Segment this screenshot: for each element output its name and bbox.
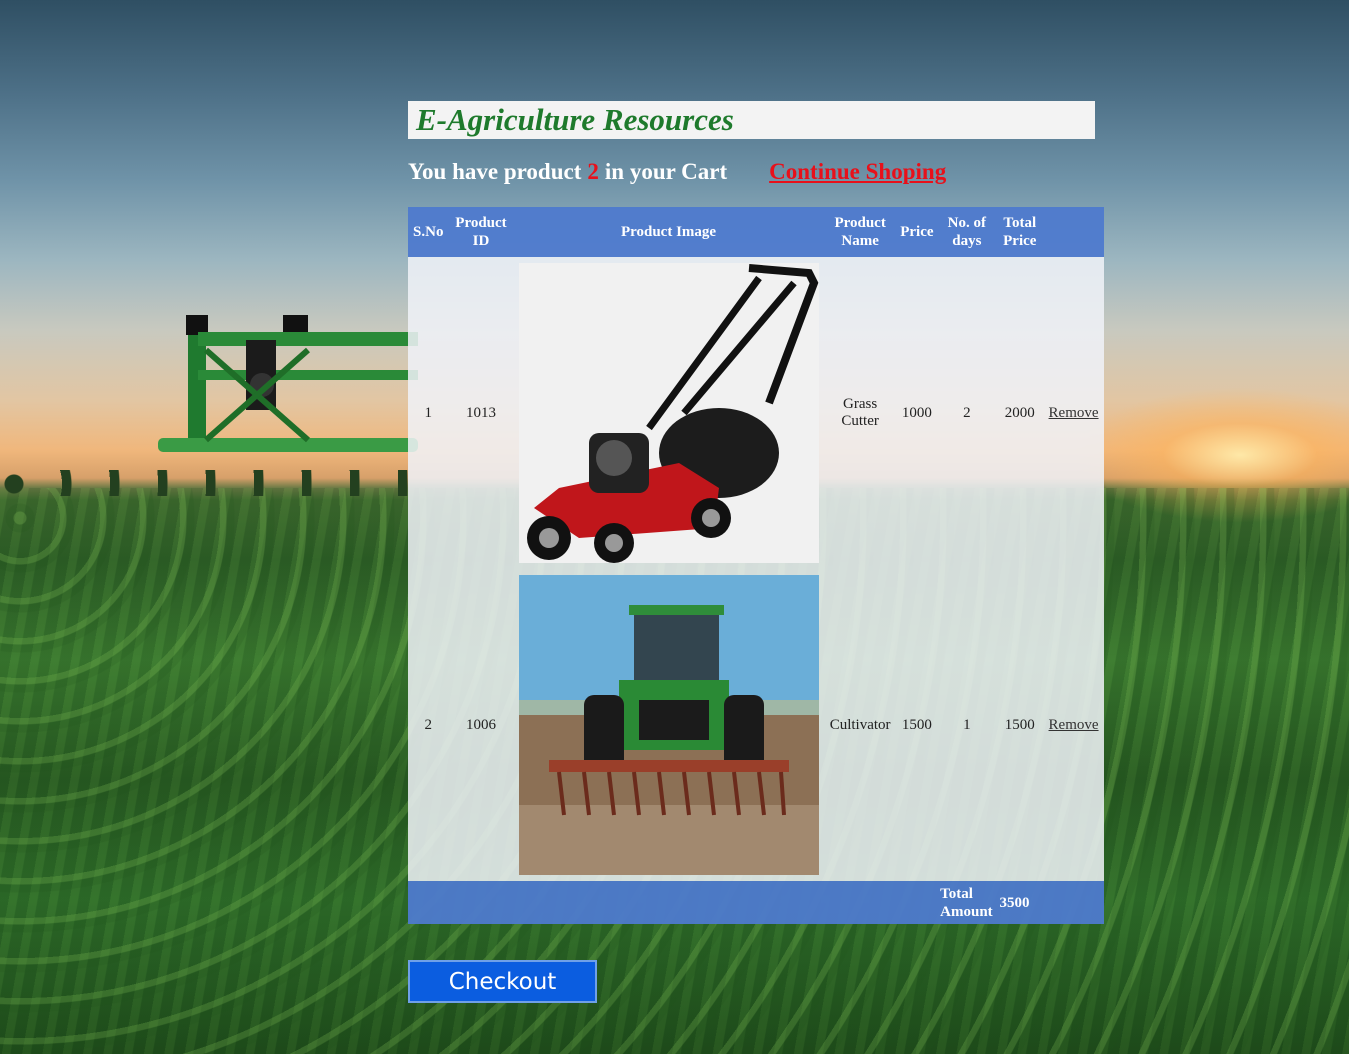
header-sno: S.No — [408, 207, 449, 257]
table-header-row: S.No Product ID Product Image Product Na… — [408, 207, 1104, 257]
cell-price: 1500 — [896, 569, 938, 881]
header-action — [1043, 207, 1104, 257]
footer-spacer-end — [1043, 881, 1104, 924]
header-product-id: Product ID — [448, 207, 514, 257]
background-trees — [0, 470, 420, 496]
continue-shopping-link[interactable]: Continue Shoping — [769, 159, 946, 184]
header-product-name: Product Name — [823, 207, 897, 257]
cart-summary: You have product 2 in your Cart Continue Sh… — [408, 159, 1104, 185]
cell-price: 1000 — [896, 257, 938, 569]
cell-days: 1 — [937, 569, 997, 881]
table-row: 2 1006 Cultivator 1500 1 1500 Remove — [408, 569, 1104, 881]
cell-action: Remove — [1043, 569, 1104, 881]
header-days: No. of days — [937, 207, 997, 257]
total-amount-label: Total Amount — [937, 881, 997, 924]
cart-count: 2 — [587, 159, 599, 184]
cell-total-price: 1500 — [996, 569, 1044, 881]
remove-link[interactable]: Remove — [1049, 717, 1099, 733]
checkout-button[interactable]: Checkout — [408, 960, 597, 1003]
header-product-image: Product Image — [513, 207, 824, 257]
cell-sno: 1 — [408, 257, 449, 569]
cell-product-name: Grass Cutter — [823, 257, 897, 569]
cell-product-name: Cultivator — [823, 569, 897, 881]
table-footer-row: Total Amount 3500 — [408, 881, 1104, 924]
cell-product-id: 1006 — [448, 569, 514, 881]
cell-product-image — [513, 257, 824, 569]
cart-panel: E-Agriculture Resources You have product… — [408, 101, 1104, 924]
cart-summary-suffix: in your Cart — [604, 159, 728, 184]
page-title: E-Agriculture Resources — [416, 102, 734, 137]
cart-table: S.No Product ID Product Image Product Na… — [408, 207, 1104, 924]
cell-product-image — [513, 569, 824, 881]
cell-total-price: 2000 — [996, 257, 1044, 569]
tractor-cultivator-image — [518, 575, 819, 875]
lawn-mower-image — [518, 263, 819, 563]
remove-link[interactable]: Remove — [1049, 405, 1099, 421]
total-amount-value: 3500 — [996, 881, 1044, 924]
footer-spacer — [408, 881, 938, 924]
header-total-price: Total Price — [996, 207, 1044, 257]
background-sprayer-machine — [158, 315, 418, 452]
cell-days: 2 — [937, 257, 997, 569]
header-price: Price — [896, 207, 938, 257]
cell-action: Remove — [1043, 257, 1104, 569]
table-row: 1 1013 Grass Cutter 1000 2 2000 Remove — [408, 257, 1104, 569]
cart-summary-prefix: You have product — [408, 159, 582, 184]
cell-sno: 2 — [408, 569, 449, 881]
cell-product-id: 1013 — [448, 257, 514, 569]
title-bar: E-Agriculture Resources — [408, 101, 1095, 139]
